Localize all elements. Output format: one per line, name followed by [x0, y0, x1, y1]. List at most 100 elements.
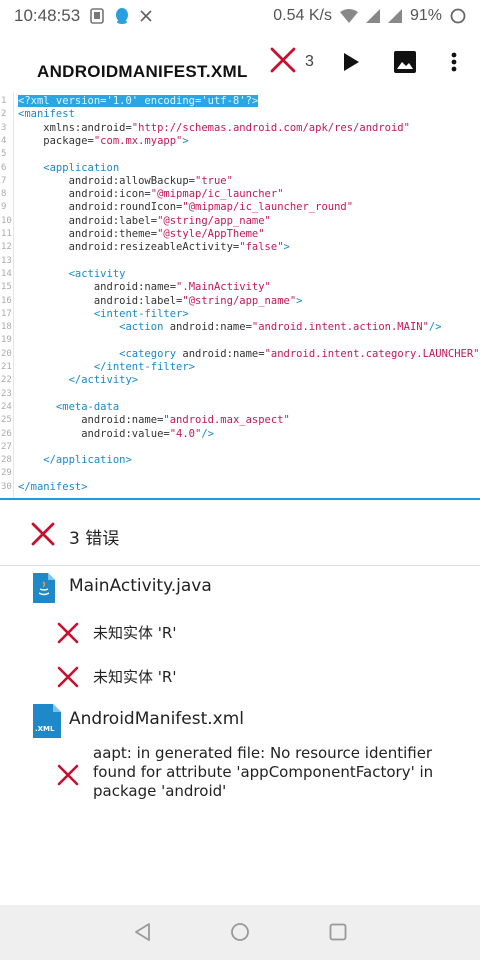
- error-file-row[interactable]: .XML AndroidManifest.xml: [0, 701, 480, 741]
- error-icon: [270, 47, 296, 77]
- error-count: 3: [305, 53, 314, 70]
- code-text: </manifest>: [18, 481, 88, 494]
- error-icon: [31, 522, 55, 546]
- code-line[interactable]: 1 <?xml version='1.0' encoding='utf-8'?>: [0, 95, 480, 108]
- code-editor[interactable]: 1 <?xml version='1.0' encoding='utf-8'?> 2…: [0, 92, 480, 498]
- xml-value-token: "android.intent.category.LAUNCHER": [264, 347, 480, 360]
- error-message-row[interactable]: aapt: in generated file: No resource ide…: [0, 742, 480, 808]
- error-summary[interactable]: 3 错误: [0, 500, 480, 566]
- code-line[interactable]: 18 <action android:name="android.intent.…: [0, 321, 480, 334]
- code-line[interactable]: 7 android:allowBackup="true": [0, 175, 480, 188]
- code-text: package="com.mx.myapp">: [18, 134, 189, 148]
- recents-icon: [329, 923, 347, 941]
- code-line[interactable]: 8 android:icon="@mipmap/ic_launcher": [0, 188, 480, 201]
- code-line[interactable]: 14 <activity: [0, 268, 480, 281]
- xml-tag-token: >: [182, 134, 189, 147]
- code-line[interactable]: 11 android:theme="@style/AppTheme": [0, 228, 480, 241]
- line-number: 30: [1, 481, 12, 492]
- error-message-row[interactable]: 未知实体 'R': [0, 662, 480, 692]
- code-line[interactable]: 25 android:name="android.max_aspect": [0, 414, 480, 427]
- xml-tag-token: <category: [18, 347, 183, 360]
- xml-value-token: "@string/app_name": [182, 294, 297, 307]
- line-number: 25: [1, 415, 12, 426]
- line-number: 14: [1, 268, 12, 279]
- line-number: 20: [1, 348, 12, 359]
- code-line[interactable]: 6 <application: [0, 162, 480, 175]
- code-line[interactable]: 10 android:label="@string/app_name": [0, 215, 480, 228]
- code-line[interactable]: 16 android:label="@string/app_name">: [0, 295, 480, 308]
- recents-button[interactable]: [325, 919, 351, 945]
- code-line[interactable]: 26 android:value="4.0"/>: [0, 428, 480, 441]
- close-icon: [140, 10, 152, 22]
- line-number: 26: [1, 428, 12, 439]
- code-line[interactable]: 21 </intent-filter>: [0, 361, 480, 374]
- line-number: 17: [1, 308, 12, 319]
- xml-value-token: "http://schemas.android.com/apk/res/andr…: [131, 121, 410, 134]
- code-line[interactable]: 12 android:resizeableActivity="false">: [0, 241, 480, 254]
- home-button[interactable]: [227, 919, 253, 945]
- error-file-row[interactable]: MainActivity.java: [0, 568, 480, 608]
- code-text: android:value="4.0"/>: [18, 428, 214, 441]
- code-line[interactable]: 28 </application>: [0, 454, 480, 467]
- code-line[interactable]: 15 android:name=".MainActivity": [0, 281, 480, 294]
- home-icon: [231, 923, 249, 941]
- line-number: 13: [1, 255, 12, 266]
- line-number: 27: [1, 441, 12, 452]
- error-panel: 3 错误 MainActivity.java 未知实体 'R' 未知实体 'R'…: [0, 500, 480, 905]
- code-text: </activity>: [18, 374, 139, 387]
- code-line[interactable]: 22 </activity>: [0, 374, 480, 387]
- code-text: android:name=".MainActivity": [18, 281, 271, 294]
- xml-file-icon-label: .XML: [35, 725, 55, 733]
- line-number: 6: [1, 162, 7, 173]
- code-line[interactable]: 5: [0, 148, 480, 161]
- error-message-row[interactable]: 未知实体 'R': [0, 618, 480, 648]
- status-time: 10:48:53: [14, 6, 81, 25]
- error-toggle-button[interactable]: 3: [270, 47, 314, 77]
- code-line[interactable]: 23: [0, 388, 480, 401]
- code-line[interactable]: 9 android:roundIcon="@mipmap/ic_launcher…: [0, 201, 480, 214]
- line-number: 22: [1, 375, 12, 386]
- xml-attr-token: android:label=: [18, 294, 183, 307]
- file-title: ANDROIDMANIFEST.XML: [37, 62, 248, 81]
- run-button[interactable]: [338, 50, 364, 74]
- status-bar: 10:48:53 0.54 K/s 91%: [0, 0, 480, 32]
- xml-attr-token: android:theme=: [18, 228, 158, 240]
- error-file-name: AndroidManifest.xml: [69, 709, 245, 729]
- back-button[interactable]: [130, 919, 156, 945]
- xml-tag-token: <activity: [18, 267, 126, 280]
- code-line[interactable]: 20 <category android:name="android.inten…: [0, 348, 480, 361]
- code-text: android:allowBackup="true": [18, 175, 233, 188]
- net-speed: 0.54 K/s: [273, 7, 332, 24]
- xml-tag-token: </intent-filter>: [18, 361, 196, 373]
- xml-tag-token: </activity>: [18, 374, 139, 387]
- code-text: <intent-filter>: [18, 308, 189, 321]
- code-line[interactable]: 13: [0, 255, 480, 268]
- line-number: 21: [1, 362, 12, 372]
- xml-attr-token: package=: [18, 134, 94, 147]
- code-line[interactable]: 27: [0, 441, 480, 454]
- xml-tag-token: <meta-data: [18, 400, 120, 413]
- code-line[interactable]: 4 package="com.mx.myapp">: [0, 135, 480, 148]
- error-icon: [57, 764, 79, 786]
- code-line[interactable]: 19: [0, 334, 480, 347]
- xml-attr-token: android:name=: [18, 281, 177, 294]
- code-line[interactable]: 2 <manifest: [0, 108, 480, 121]
- code-text: android:name="android.max_aspect": [18, 414, 290, 427]
- more-options-button[interactable]: [446, 48, 462, 76]
- code-line[interactable]: 17 <intent-filter>: [0, 308, 480, 321]
- xml-attr-token: android:name=: [182, 347, 265, 360]
- line-number: 5: [1, 149, 7, 160]
- line-number: 2: [1, 109, 7, 120]
- line-number: 10: [1, 215, 12, 226]
- code-line[interactable]: 3 xmlns:android="http://schemas.android.…: [0, 122, 480, 135]
- error-icon: [57, 666, 79, 688]
- xml-attr-token: xmlns:android=: [18, 121, 132, 134]
- line-number: 3: [1, 122, 7, 133]
- line-number: 8: [1, 189, 7, 200]
- xml-attr-token: android:roundIcon=: [18, 201, 183, 214]
- code-line[interactable]: 30 </manifest>: [0, 481, 480, 494]
- image-button[interactable]: [392, 49, 418, 75]
- xml-value-token: "4.0": [169, 427, 202, 440]
- code-line[interactable]: 29: [0, 467, 480, 480]
- code-line[interactable]: 24 <meta-data: [0, 401, 480, 414]
